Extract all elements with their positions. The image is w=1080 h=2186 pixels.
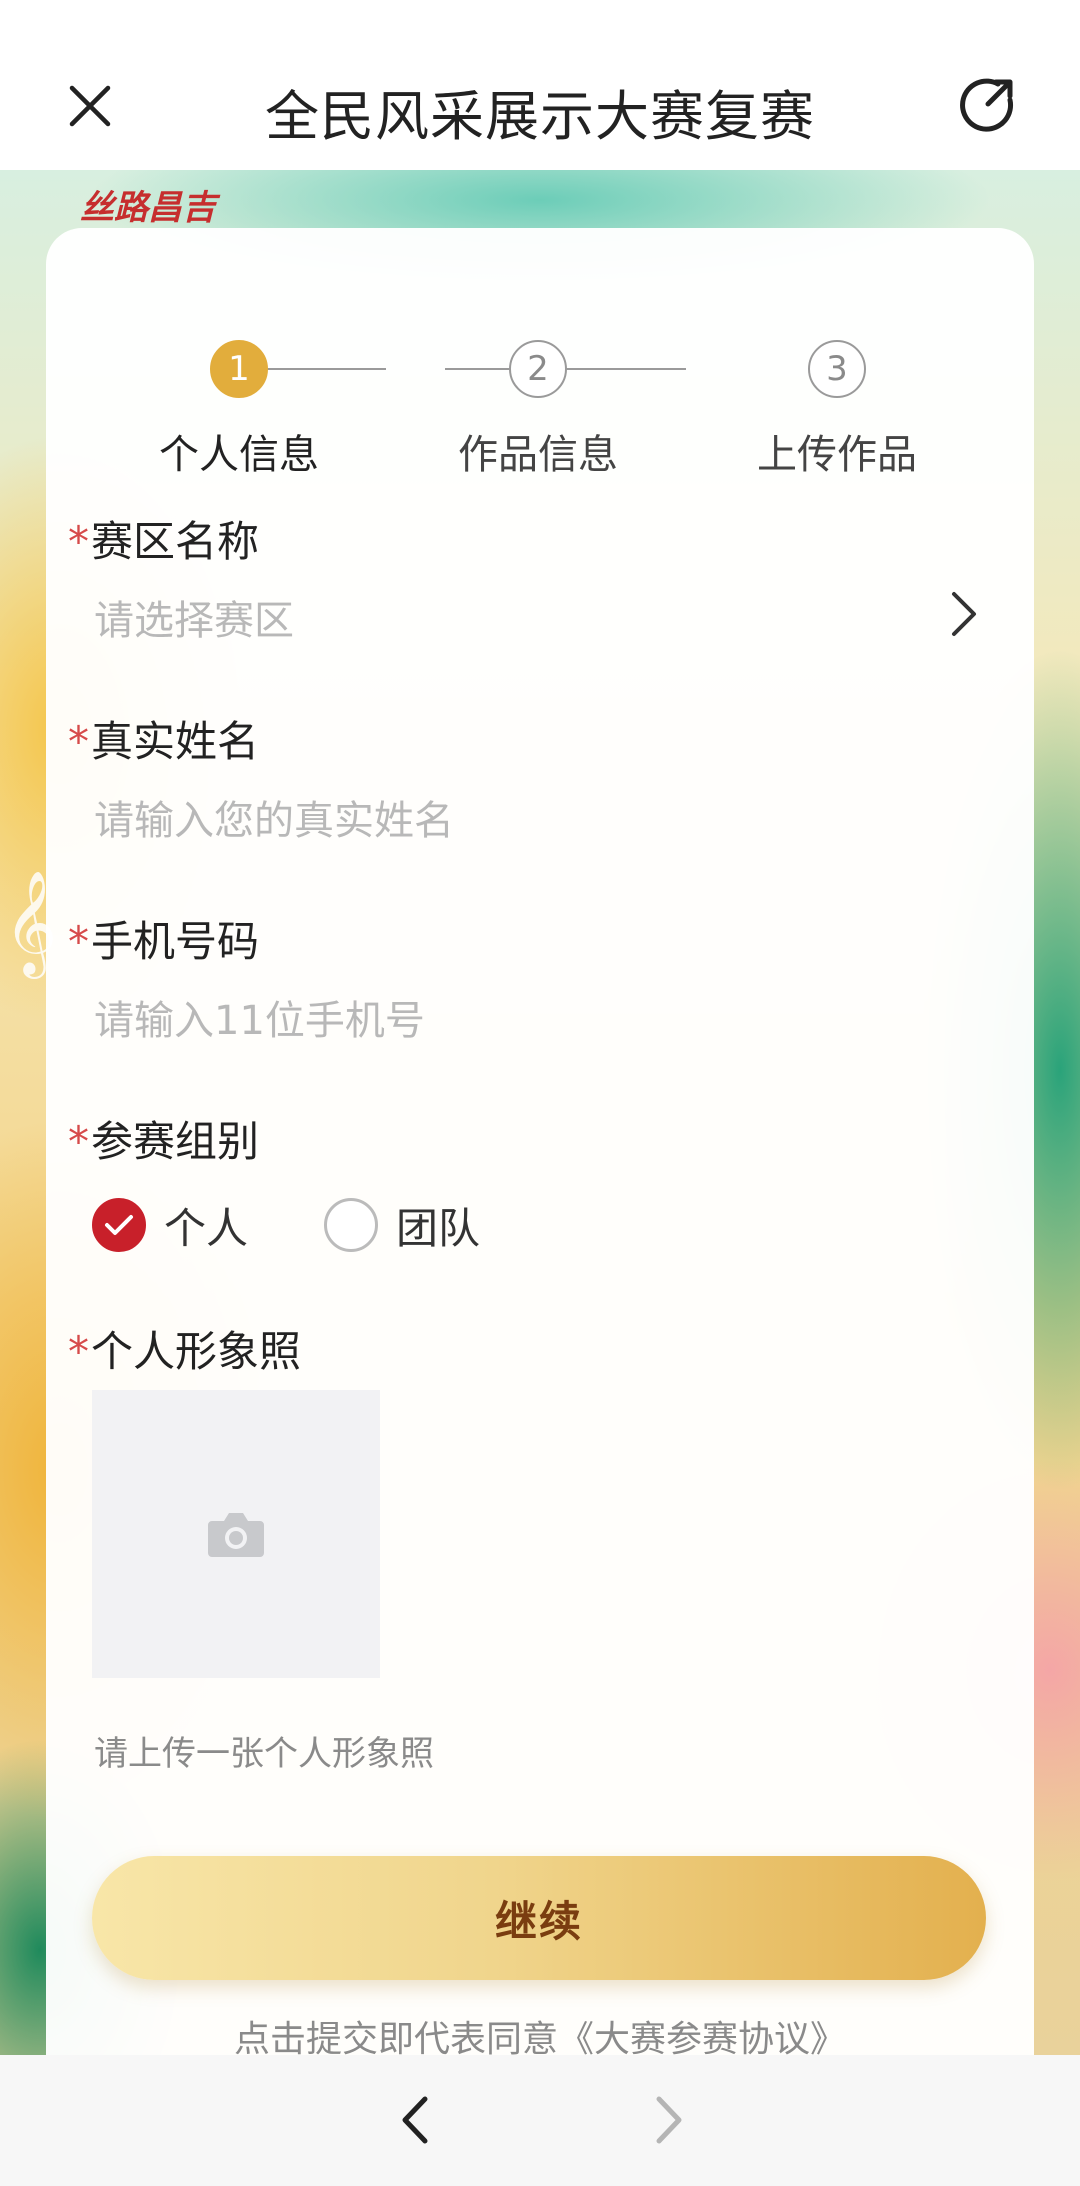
- phone-label-text: 手机号码: [91, 917, 260, 966]
- step-2-indicator: 2: [509, 340, 567, 398]
- progress-stepper: 1 2 3 个人信息 作品信息 上传作品: [46, 282, 1034, 478]
- step-3-label: 上传作品: [757, 432, 917, 478]
- page-title: 全民风采展示大赛复赛: [265, 85, 815, 148]
- radio-label: 团队: [396, 1203, 481, 1253]
- forward-button[interactable]: [640, 2085, 700, 2155]
- step-2-label: 作品信息: [458, 432, 618, 478]
- photo-upload-box[interactable]: [92, 1390, 380, 1678]
- region-select-chevron[interactable]: [944, 584, 984, 644]
- share-icon: [960, 78, 1014, 132]
- back-button[interactable]: [384, 2085, 444, 2155]
- region-label-text: 赛区名称: [91, 517, 260, 566]
- continue-button[interactable]: 继续: [92, 1856, 986, 1980]
- step-1-indicator: 1: [210, 340, 268, 398]
- region-select[interactable]: 请选择赛区: [94, 588, 294, 646]
- required-mark: *: [68, 917, 89, 966]
- photo-label-text: 个人形象照: [91, 1327, 302, 1376]
- radio-label: 个人: [164, 1203, 249, 1253]
- group-label-text: 参赛组别: [91, 1117, 260, 1166]
- group-radio-group: 个人 团队: [92, 1193, 556, 1257]
- camera-icon: [208, 1513, 264, 1557]
- bottom-navigation: [0, 2055, 1080, 2186]
- group-field-label: *参赛组别: [68, 1108, 259, 1169]
- name-input[interactable]: 请输入您的真实姓名: [94, 788, 454, 846]
- required-mark: *: [68, 1117, 89, 1166]
- top-bar: 全民风采展示大赛复赛: [0, 0, 1080, 170]
- required-mark: *: [68, 1327, 89, 1376]
- radio-checked-icon[interactable]: [92, 1198, 146, 1252]
- step-3-indicator: 3: [808, 340, 866, 398]
- photo-hint: 请上传一张个人形象照: [94, 1734, 434, 1774]
- required-mark: *: [68, 717, 89, 766]
- photo-field-label: *个人形象照: [68, 1318, 301, 1379]
- step-1-label: 个人信息: [159, 432, 319, 478]
- radio-option-individual[interactable]: 个人: [92, 1195, 248, 1256]
- chevron-right-icon: [656, 2096, 682, 2144]
- chevron-left-icon: [402, 2096, 428, 2144]
- radio-option-team[interactable]: 团队: [324, 1195, 480, 1256]
- phone-input[interactable]: 请输入11位手机号: [94, 988, 425, 1046]
- required-mark: *: [68, 517, 89, 566]
- radio-unchecked-icon[interactable]: [324, 1198, 379, 1252]
- chevron-right-icon: [952, 592, 976, 636]
- region-field-label: *赛区名称: [68, 508, 259, 569]
- name-label-text: 真实姓名: [91, 717, 260, 766]
- name-field-label: *真实姓名: [68, 708, 259, 769]
- phone-field-label: *手机号码: [68, 908, 259, 969]
- share-button[interactable]: [956, 74, 1018, 136]
- form-card: 1 2 3 个人信息 作品信息 上传作品 *赛区名称 请选择赛区 *真实姓名 请…: [46, 228, 1034, 2060]
- brand-logo-text: 丝路昌吉: [80, 188, 216, 228]
